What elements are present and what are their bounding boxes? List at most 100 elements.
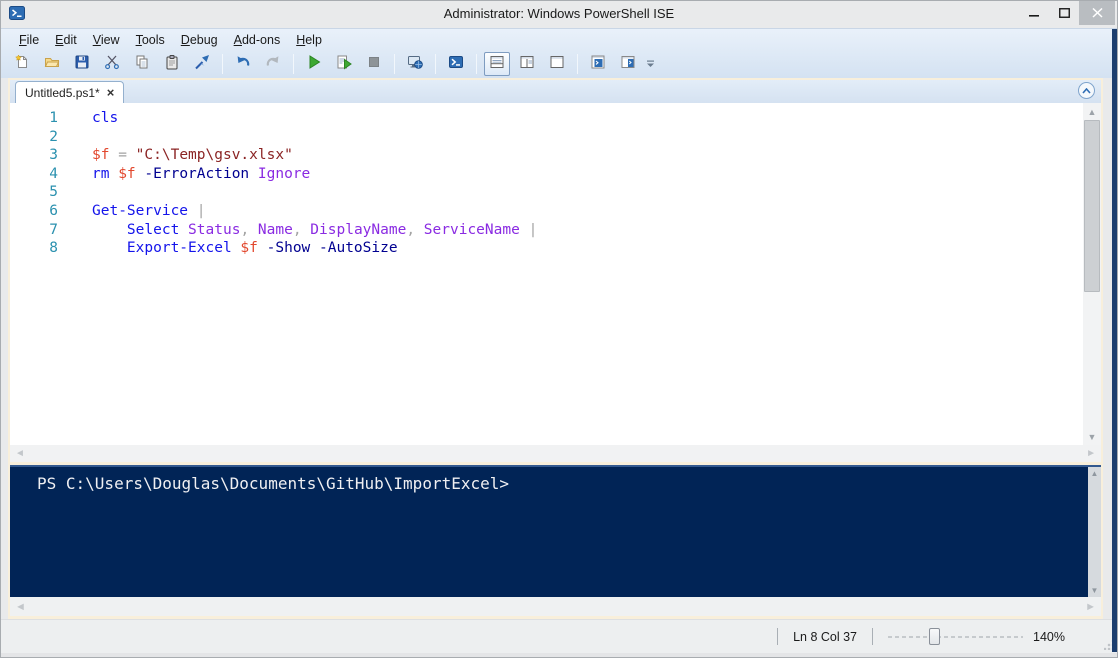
menu-view[interactable]: View: [85, 31, 128, 49]
editor-line-4[interactable]: 4rm $f -ErrorAction Ignore: [10, 165, 1083, 184]
cut-icon: [104, 54, 120, 75]
code-text: cls: [66, 109, 118, 128]
maximize-button[interactable]: [1049, 1, 1079, 25]
window-frame-right: [1112, 29, 1117, 652]
line-number: 5: [10, 183, 66, 202]
run-selection-icon: [336, 54, 352, 75]
script-pane-right-icon: [519, 54, 535, 75]
undo-icon: [235, 54, 251, 75]
new-remote-powershell-tab-button[interactable]: [402, 52, 428, 76]
save-button[interactable]: [69, 52, 95, 76]
clear-console-icon: [194, 54, 210, 75]
line-number: 4: [10, 165, 66, 184]
editor-line-2[interactable]: 2: [10, 128, 1083, 147]
window-title: Administrator: Windows PowerShell ISE: [1, 6, 1117, 21]
cut-button[interactable]: [99, 52, 125, 76]
console-vertical-scrollbar[interactable]: ▲ ▼: [1088, 467, 1101, 597]
scrollbar-thumb[interactable]: [1084, 120, 1100, 292]
editor-line-7[interactable]: 7 Select Status, Name, DisplayName, Serv…: [10, 221, 1083, 240]
new-script-button[interactable]: [9, 52, 35, 76]
run-selection-button[interactable]: [331, 52, 357, 76]
console-pane[interactable]: PS C:\Users\Douglas\Documents\GitHub\Imp…: [10, 465, 1101, 597]
editor-line-3[interactable]: 3$f = "C:\Temp\gsv.xlsx": [10, 146, 1083, 165]
open-new-window-button[interactable]: [615, 52, 641, 76]
zoom-slider-track[interactable]: [888, 636, 1023, 638]
editor-line-5[interactable]: 5: [10, 183, 1083, 202]
line-number: 1: [10, 109, 66, 128]
line-number: 7: [10, 221, 66, 240]
menu-help[interactable]: Help: [288, 31, 330, 49]
status-separator: [777, 628, 778, 645]
stop-button[interactable]: [361, 52, 387, 76]
minimize-button[interactable]: [1019, 1, 1049, 25]
editor-horizontal-scrollbar[interactable]: ◄ ►: [10, 445, 1101, 462]
scroll-down-icon[interactable]: ▼: [1088, 584, 1101, 597]
undo-button[interactable]: [230, 52, 256, 76]
powershell-ise-window: Administrator: Windows PowerShell ISE Fi…: [0, 0, 1118, 658]
run-script-icon: [306, 54, 322, 75]
code-text: $f = "C:\Temp\gsv.xlsx": [66, 146, 293, 165]
show-command-window-button[interactable]: [585, 52, 611, 76]
open-new-window-icon: [620, 54, 636, 75]
clear-console-button[interactable]: [189, 52, 215, 76]
overflow-chevron-icon: [646, 60, 655, 68]
editor-line-6[interactable]: 6Get-Service |: [10, 202, 1083, 221]
editor-line-1[interactable]: 1cls: [10, 109, 1083, 128]
toolbar-separator: [435, 54, 436, 74]
copy-button[interactable]: [129, 52, 155, 76]
scroll-right-icon[interactable]: ►: [1085, 601, 1096, 613]
code-text: [66, 128, 92, 147]
scroll-left-icon[interactable]: ◄: [15, 448, 25, 459]
editor-vertical-scrollbar[interactable]: ▲ ▼: [1083, 103, 1101, 445]
script-pane-maximized-icon: [549, 54, 565, 75]
toolbar-separator: [293, 54, 294, 74]
scroll-up-icon[interactable]: ▲: [1083, 103, 1101, 120]
script-pane-top-button[interactable]: [484, 52, 510, 76]
script-pane-maximized-button[interactable]: [544, 52, 570, 76]
start-powershell-button[interactable]: [443, 52, 469, 76]
menu-bar: FileEditViewToolsDebugAdd-onsHelp: [1, 29, 1117, 50]
zoom-level: 140%: [1033, 630, 1065, 644]
line-number: 8: [10, 239, 66, 258]
code-text: Export-Excel $f -Show -AutoSize: [66, 239, 398, 258]
script-pane: 1cls23$f = "C:\Temp\gsv.xlsx"4rm $f -Err…: [10, 103, 1101, 445]
code-text: [66, 183, 92, 202]
zoom-slider-thumb[interactable]: [929, 628, 940, 645]
open-icon: [44, 54, 60, 75]
menu-tools[interactable]: Tools: [128, 31, 173, 49]
menu-addons[interactable]: Add-ons: [226, 31, 289, 49]
console-horizontal-scrollbar[interactable]: ◄ ►: [10, 597, 1101, 616]
tab-bar: Untitled5.ps1* ×: [10, 80, 1101, 103]
open-button[interactable]: [39, 52, 65, 76]
code-editor[interactable]: 1cls23$f = "C:\Temp\gsv.xlsx"4rm $f -Err…: [10, 103, 1083, 445]
paste-button[interactable]: [159, 52, 185, 76]
tab-close-icon[interactable]: ×: [107, 86, 115, 99]
scroll-up-icon[interactable]: ▲: [1088, 467, 1101, 480]
save-icon: [74, 54, 90, 75]
script-pane-right-button[interactable]: [514, 52, 540, 76]
tab-untitled5[interactable]: Untitled5.ps1* ×: [15, 81, 124, 103]
new-remote-powershell-tab-icon: [407, 54, 423, 75]
status-bar: Ln 8 Col 37 140%: [1, 619, 1117, 653]
zoom-slider[interactable]: [888, 628, 1023, 645]
line-number: 3: [10, 146, 66, 165]
collapse-script-pane-button[interactable]: [1078, 82, 1095, 99]
scroll-left-icon[interactable]: ◄: [15, 601, 26, 613]
redo-button[interactable]: [260, 52, 286, 76]
copy-icon: [134, 54, 150, 75]
run-script-button[interactable]: [301, 52, 327, 76]
tab-label: Untitled5.ps1*: [25, 86, 100, 100]
title-bar[interactable]: Administrator: Windows PowerShell ISE: [1, 1, 1117, 28]
scroll-right-icon[interactable]: ►: [1086, 448, 1096, 459]
scroll-down-icon[interactable]: ▼: [1083, 428, 1101, 445]
toolbar-separator: [394, 54, 395, 74]
close-button[interactable]: [1079, 1, 1115, 25]
menu-debug[interactable]: Debug: [173, 31, 226, 49]
toolbar-overflow-button[interactable]: [643, 53, 658, 75]
console-prompt[interactable]: PS C:\Users\Douglas\Documents\GitHub\Imp…: [10, 467, 1101, 493]
new-script-icon: [14, 54, 30, 75]
editor-line-8[interactable]: 8 Export-Excel $f -Show -AutoSize: [10, 239, 1083, 258]
menu-file[interactable]: File: [11, 31, 47, 49]
menu-edit[interactable]: Edit: [47, 31, 85, 49]
cursor-position: Ln 8 Col 37: [793, 630, 857, 644]
